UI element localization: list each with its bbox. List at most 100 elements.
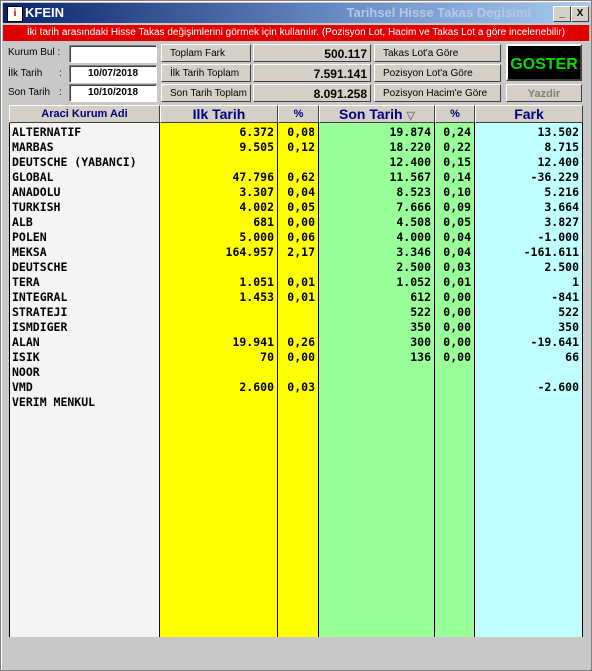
son-pct-cell[interactable]: 0,00 bbox=[435, 305, 474, 320]
son-pct-cell[interactable]: 0,00 bbox=[435, 335, 474, 350]
ilk-tarih-cell[interactable] bbox=[160, 365, 277, 380]
kurum-cell[interactable]: DEUTSCHE (YABANCI) bbox=[10, 155, 159, 170]
ilk-tarih-cell[interactable]: 1.051 bbox=[160, 275, 277, 290]
ilk-tarih-cell[interactable]: 70 bbox=[160, 350, 277, 365]
ilk-pct-cell[interactable] bbox=[278, 320, 318, 335]
kurum-cell[interactable]: TURKISH bbox=[10, 200, 159, 215]
son-pct-cell[interactable]: 0,10 bbox=[435, 185, 474, 200]
fark-cell[interactable]: 350 bbox=[475, 320, 582, 335]
kurum-cell[interactable]: VERIM MENKUL bbox=[10, 395, 159, 410]
fark-cell[interactable]: -161.611 bbox=[475, 245, 582, 260]
son-pct-cell[interactable]: 0,22 bbox=[435, 140, 474, 155]
header-son-tarih[interactable]: Son Tarih ▽ bbox=[319, 105, 435, 123]
son-pct-cell[interactable]: 0,24 bbox=[435, 125, 474, 140]
kurum-cell[interactable]: STRATEJI bbox=[10, 305, 159, 320]
son-tarih-cell[interactable]: 12.400 bbox=[319, 155, 434, 170]
ilk-pct-cell[interactable]: 0,12 bbox=[278, 140, 318, 155]
ilk-pct-cell[interactable]: 0,08 bbox=[278, 125, 318, 140]
kurum-cell[interactable]: INTEGRAL bbox=[10, 290, 159, 305]
header-kurum[interactable]: Araci Kurum Adi bbox=[9, 105, 160, 123]
ilk-pct-cell[interactable] bbox=[278, 395, 318, 410]
header-ilk-tarih[interactable]: Ilk Tarih bbox=[160, 105, 278, 123]
kurum-cell[interactable]: ANADOLU bbox=[10, 185, 159, 200]
fark-cell[interactable]: 12.400 bbox=[475, 155, 582, 170]
fark-cell[interactable]: -1.000 bbox=[475, 230, 582, 245]
son-pct-cell[interactable]: 0,04 bbox=[435, 230, 474, 245]
ilk-pct-cell[interactable]: 0,62 bbox=[278, 170, 318, 185]
son-tarih-cell[interactable]: 522 bbox=[319, 305, 434, 320]
ilk-pct-cell[interactable]: 0,03 bbox=[278, 380, 318, 395]
kurum-cell[interactable]: ALAN bbox=[10, 335, 159, 350]
fark-cell[interactable]: -36.229 bbox=[475, 170, 582, 185]
son-pct-cell[interactable]: 0,00 bbox=[435, 290, 474, 305]
kurum-cell[interactable]: ISIK bbox=[10, 350, 159, 365]
son-pct-cell[interactable]: 0,14 bbox=[435, 170, 474, 185]
son-pct-cell[interactable]: 0,01 bbox=[435, 275, 474, 290]
fark-cell[interactable] bbox=[475, 395, 582, 410]
pozisyon-hacim-option[interactable]: Pozisyon Hacim'e Göre bbox=[374, 84, 501, 102]
ilk-tarih-cell[interactable]: 47.796 bbox=[160, 170, 277, 185]
son-pct-cell[interactable]: 0,00 bbox=[435, 350, 474, 365]
ilk-tarih-cell[interactable] bbox=[160, 260, 277, 275]
ilk-tarih-cell[interactable]: 2.600 bbox=[160, 380, 277, 395]
pozisyon-lot-option[interactable]: Pozisyon Lot'a Göre bbox=[374, 64, 501, 82]
ilk-tarih-cell[interactable]: 1.453 bbox=[160, 290, 277, 305]
son-pct-cell[interactable]: 0,15 bbox=[435, 155, 474, 170]
title-bar[interactable]: i KFEIN Tarihsel Hisse Takas Degisimi _ … bbox=[3, 3, 589, 23]
ilk-pct-cell[interactable] bbox=[278, 155, 318, 170]
fark-cell[interactable]: -19.641 bbox=[475, 335, 582, 350]
kurum-cell[interactable]: NOOR bbox=[10, 365, 159, 380]
son-tarih-cell[interactable]: 1.052 bbox=[319, 275, 434, 290]
kurum-cell[interactable]: ALTERNATIF bbox=[10, 125, 159, 140]
son-pct-cell[interactable]: 0,05 bbox=[435, 215, 474, 230]
fark-cell[interactable] bbox=[475, 365, 582, 380]
fark-cell[interactable]: -2.600 bbox=[475, 380, 582, 395]
ilk-tarih-cell[interactable]: 164.957 bbox=[160, 245, 277, 260]
son-tarih-cell[interactable]: 18.220 bbox=[319, 140, 434, 155]
ilk-pct-cell[interactable]: 0,01 bbox=[278, 275, 318, 290]
ilk-tarih-cell[interactable]: 5.000 bbox=[160, 230, 277, 245]
ilk-pct-cell[interactable] bbox=[278, 365, 318, 380]
son-tarih-cell[interactable]: 8.523 bbox=[319, 185, 434, 200]
son-pct-cell[interactable]: 0,00 bbox=[435, 320, 474, 335]
ilk-pct-cell[interactable]: 0,00 bbox=[278, 215, 318, 230]
ilk-tarih-cell[interactable]: 6.372 bbox=[160, 125, 277, 140]
fark-cell[interactable]: 8.715 bbox=[475, 140, 582, 155]
son-tarih-cell[interactable] bbox=[319, 395, 434, 410]
son-tarih-cell[interactable]: 7.666 bbox=[319, 200, 434, 215]
son-tarih-cell[interactable] bbox=[319, 365, 434, 380]
ilk-pct-cell[interactable]: 0,00 bbox=[278, 350, 318, 365]
kurum-cell[interactable]: MEKSA bbox=[10, 245, 159, 260]
ilk-pct-cell[interactable]: 0,05 bbox=[278, 200, 318, 215]
son-tarih-cell[interactable]: 11.567 bbox=[319, 170, 434, 185]
son-tarih-cell[interactable]: 136 bbox=[319, 350, 434, 365]
header-son-pct[interactable]: % bbox=[435, 105, 475, 123]
son-pct-cell[interactable]: 0,04 bbox=[435, 245, 474, 260]
kurum-cell[interactable]: POLEN bbox=[10, 230, 159, 245]
son-tarih-cell[interactable]: 19.874 bbox=[319, 125, 434, 140]
son-tarih-cell[interactable]: 350 bbox=[319, 320, 434, 335]
ilk-pct-cell[interactable]: 0,04 bbox=[278, 185, 318, 200]
ilk-pct-cell[interactable]: 2,17 bbox=[278, 245, 318, 260]
minimize-button[interactable]: _ bbox=[553, 6, 571, 22]
fark-cell[interactable]: 2.500 bbox=[475, 260, 582, 275]
son-pct-cell[interactable] bbox=[435, 380, 474, 395]
fark-cell[interactable]: 1 bbox=[475, 275, 582, 290]
son-pct-cell[interactable] bbox=[435, 395, 474, 410]
son-tarih-input[interactable]: 10/10/2018 bbox=[69, 84, 157, 102]
son-tarih-cell[interactable]: 4.000 bbox=[319, 230, 434, 245]
fark-cell[interactable]: -841 bbox=[475, 290, 582, 305]
fark-cell[interactable]: 66 bbox=[475, 350, 582, 365]
header-fark[interactable]: Fark bbox=[475, 105, 583, 123]
fark-cell[interactable]: 5.216 bbox=[475, 185, 582, 200]
ilk-tarih-input[interactable]: 10/07/2018 bbox=[69, 65, 157, 83]
kurum-cell[interactable]: ISMDIGER bbox=[10, 320, 159, 335]
app-icon[interactable]: i bbox=[7, 6, 23, 22]
ilk-tarih-cell[interactable] bbox=[160, 395, 277, 410]
son-pct-cell[interactable] bbox=[435, 365, 474, 380]
son-tarih-cell[interactable]: 2.500 bbox=[319, 260, 434, 275]
ilk-pct-cell[interactable] bbox=[278, 260, 318, 275]
kurum-cell[interactable]: DEUTSCHE bbox=[10, 260, 159, 275]
ilk-tarih-cell[interactable] bbox=[160, 305, 277, 320]
goster-button[interactable]: GOSTER bbox=[506, 44, 582, 81]
